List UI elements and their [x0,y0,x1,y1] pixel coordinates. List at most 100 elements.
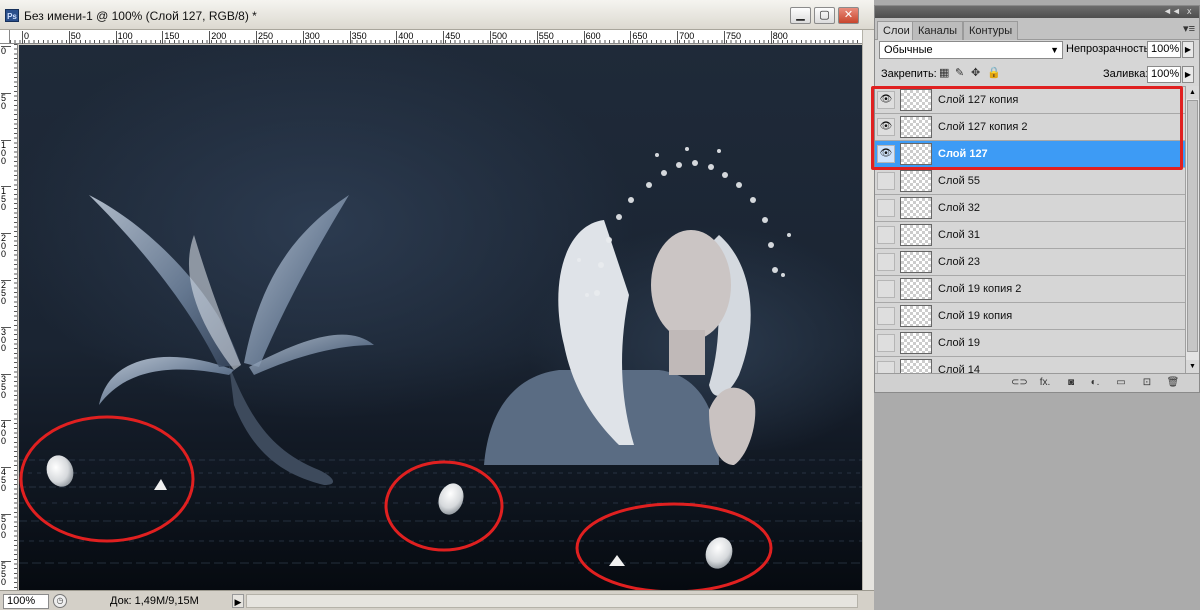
opacity-label: Непрозрачность: [1066,43,1153,55]
layer-thumbnail[interactable] [900,278,932,300]
mermaid-tail [89,195,374,485]
scroll-up-icon[interactable]: ▲ [1186,86,1199,99]
layer-row[interactable]: Слой 23 [875,249,1185,276]
annotation-highlight-rectangle [871,86,1183,170]
lock-position-icon[interactable]: ✥ [971,67,980,80]
layer-row[interactable]: Слой 31 [875,222,1185,249]
ruler-top-label: 350 [349,31,367,44]
layer-row[interactable]: Слой 19 копия [875,303,1185,330]
layer-name[interactable]: Слой 19 копия [938,310,1012,322]
layer-row[interactable]: Слой 19 [875,330,1185,357]
layer-name[interactable]: Слой 19 копия 2 [938,283,1021,295]
layer-name[interactable]: Слой 32 [938,202,980,214]
layer-row[interactable]: Слой 19 копия 2 [875,276,1185,303]
ruler-top-label: 450 [443,31,460,44]
collapse-panel-icon[interactable]: ◄◄ [1163,6,1181,17]
layer-name[interactable]: Слой 55 [938,175,980,187]
layer-name[interactable]: Слой 31 [938,229,980,241]
scroll-down-icon[interactable]: ▼ [1186,360,1199,373]
trash-icon[interactable]: 🗑 [1165,376,1181,390]
layer-thumbnail[interactable] [900,197,932,219]
layer-thumbnail[interactable] [900,305,932,327]
minimize-button[interactable]: ▁ [790,7,811,24]
link-icon[interactable]: ⊂⊃ [1011,376,1028,390]
adjustment-icon[interactable]: ◐. [1087,376,1103,390]
document-size: Док: 1,49M/9,15M [110,595,199,607]
layer-thumbnail[interactable] [900,251,932,273]
fill-input[interactable]: 100% [1147,66,1181,83]
ruler-left-label: 4 5 0 [1,467,11,493]
visibility-toggle-empty[interactable] [877,307,895,325]
document-horizontal-scrollbar[interactable] [246,594,858,608]
close-button[interactable]: ✕ [838,7,859,24]
visibility-toggle-empty[interactable] [877,334,895,352]
fx-icon[interactable]: fx. [1037,376,1053,390]
ruler-left-label: 4 0 0 [1,420,11,446]
tab-layers[interactable]: Слои [877,21,916,40]
visibility-toggle-empty[interactable] [877,280,895,298]
panel-menu-icon[interactable]: ▾≡ [1183,22,1195,35]
layer-row[interactable]: Слой 32 [875,195,1185,222]
close-panel-icon[interactable]: x [1187,6,1192,17]
ruler-left-label: 2 0 0 [1,233,11,259]
tab-paths[interactable]: Контуры [963,21,1019,40]
woman-figure [484,147,791,465]
ruler-top-label: 750 [724,31,741,44]
layers-panel: ◄◄ x Слои Каналы Контуры ▾≡ Обычные ▼ Не… [874,5,1200,393]
image-canvas[interactable] [19,45,866,591]
lock-pixels-brush-icon[interactable]: ✎ [955,67,964,80]
status-bar: 100% ◷ Док: 1,49M/9,15M ▶ [0,590,874,610]
visibility-toggle-empty[interactable] [877,226,895,244]
lock-transparency-icon[interactable]: ▦ [939,67,949,80]
fill-slider-arrow-icon[interactable]: ▶ [1182,66,1194,83]
group-folder-icon[interactable]: ▭ [1113,376,1129,390]
tab-channels[interactable]: Каналы [912,21,964,40]
lock-label: Закрепить: [881,68,937,80]
visibility-toggle-empty[interactable] [877,172,895,190]
ruler-corner[interactable] [0,30,10,44]
visibility-toggle-empty[interactable] [877,253,895,271]
horizontal-ruler[interactable]: 0 50 100 150 200 250 300 350 400 450 500 550 600 650 7… [10,30,862,44]
vertical-ruler[interactable]: 0 5 0 1 0 0 1 5 0 2 0 0 2 5 0 3 0 0 3 5 0 4 0 0 4… [0,44,18,590]
panel-tabs: Слои Каналы Контуры ▾≡ [875,18,1199,40]
maximize-button[interactable]: ▢ [814,7,835,24]
layer-thumbnail[interactable] [900,359,932,373]
status-menu-arrow-icon[interactable]: ▶ [232,594,244,608]
ruler-top-label: 250 [256,31,273,44]
scrollbar-thumb[interactable] [1187,100,1198,352]
panel-header[interactable]: ◄◄ x [875,6,1199,18]
ruler-top-label: 300 [302,31,320,44]
chevron-down-icon: ▼ [1050,45,1059,55]
zoom-level-field[interactable]: 100% [3,594,49,609]
mask-icon[interactable]: ◙ [1063,376,1079,390]
opacity-input[interactable]: 100% [1147,41,1181,58]
status-info-icon[interactable]: ◷ [53,594,67,608]
layer-name[interactable]: Слой 23 [938,256,980,268]
ruler-left-label: 1 0 0 [1,139,11,165]
fill-label: Заливка: [1103,68,1149,80]
layer-row[interactable]: Слой 55 [875,168,1185,195]
visibility-toggle-empty[interactable] [877,361,895,373]
ruler-top-label: 800 [770,31,788,44]
layer-name[interactable]: Слой 14 [938,364,980,373]
layers-scrollbar[interactable]: ▲ ▼ [1185,86,1199,373]
document-title: Без имени-1 @ 100% (Слой 127, RGB/8) * [24,9,257,23]
visibility-toggle-empty[interactable] [877,199,895,217]
layer-thumbnail[interactable] [900,224,932,246]
ruler-top-label: 400 [396,31,413,44]
document-titlebar[interactable]: Ps Без имени-1 @ 100% (Слой 127, RGB/8) … [0,0,874,30]
ruler-left-label: 0 [1,46,11,56]
blend-mode-value: Обычные [884,44,933,56]
artwork [19,147,866,591]
opacity-slider-arrow-icon[interactable]: ▶ [1182,41,1194,58]
layer-name[interactable]: Слой 19 [938,337,980,349]
layer-thumbnail[interactable] [900,332,932,354]
photoshop-logo-icon: Ps [5,9,19,22]
ruler-top-label: 600 [583,31,601,44]
blend-mode-select[interactable]: Обычные ▼ [879,41,1063,59]
lock-all-icon[interactable]: 🔒 [987,67,1001,80]
layer-row[interactable]: Слой 14 [875,357,1185,373]
ruler-top-label: 650 [630,31,647,44]
layer-thumbnail[interactable] [900,170,932,192]
new-layer-icon[interactable]: ⊡ [1139,376,1155,390]
